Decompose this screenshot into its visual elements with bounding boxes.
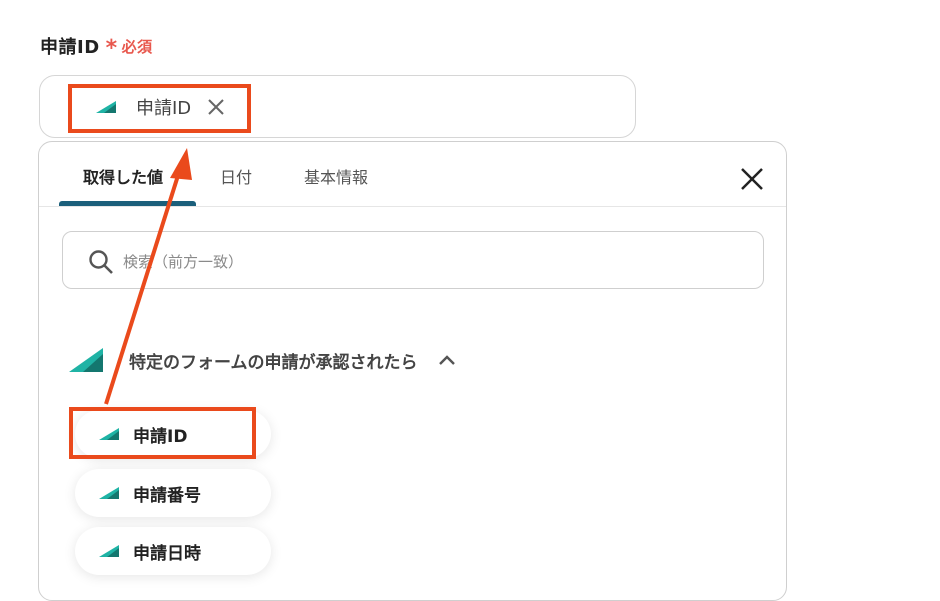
required-text: 必須 — [121, 37, 153, 56]
chip-remove-icon[interactable] — [207, 98, 225, 116]
field-label: 申請ID * 必須 — [40, 33, 153, 61]
app-logo-icon — [99, 428, 119, 440]
search-field[interactable] — [62, 231, 764, 289]
active-tab-indicator — [59, 201, 196, 206]
chip-label: 申請ID — [136, 98, 192, 119]
required-asterisk: * — [105, 36, 118, 61]
tab-acquired-values[interactable]: 取得した値 — [83, 164, 163, 188]
selected-value-chip[interactable]: 申請ID — [96, 92, 225, 122]
list-item[interactable]: 申請ID — [75, 410, 271, 458]
tab-bar: 取得した値 日付 基本情報 — [39, 142, 786, 207]
search-input[interactable] — [121, 248, 725, 276]
chevron-up-icon[interactable] — [438, 354, 456, 366]
list-item[interactable]: 申請日時 — [75, 527, 271, 575]
app-logo-icon — [96, 101, 116, 113]
tab-date[interactable]: 日付 — [220, 164, 252, 188]
list-item-label: 申請ID — [133, 426, 188, 447]
app-logo-icon — [99, 487, 119, 499]
section-title: 特定のフォームの申請が承認されたら — [129, 352, 418, 373]
value-picker-panel: 取得した値 日付 基本情報 特定のフォームの申請が承認されたら 申 — [38, 141, 787, 601]
list-item-label: 申請番号 — [133, 485, 201, 506]
section-header[interactable]: 特定のフォームの申請が承認されたら — [69, 345, 456, 375]
list-item[interactable]: 申請番号 — [75, 469, 271, 517]
app-logo-icon — [69, 348, 103, 372]
app-logo-icon — [99, 545, 119, 557]
tab-basic-info[interactable]: 基本情報 — [304, 164, 368, 188]
close-icon[interactable] — [739, 166, 765, 192]
search-icon — [89, 250, 113, 274]
list-item-label: 申請日時 — [133, 543, 201, 564]
field-label-text: 申請ID — [40, 37, 100, 58]
